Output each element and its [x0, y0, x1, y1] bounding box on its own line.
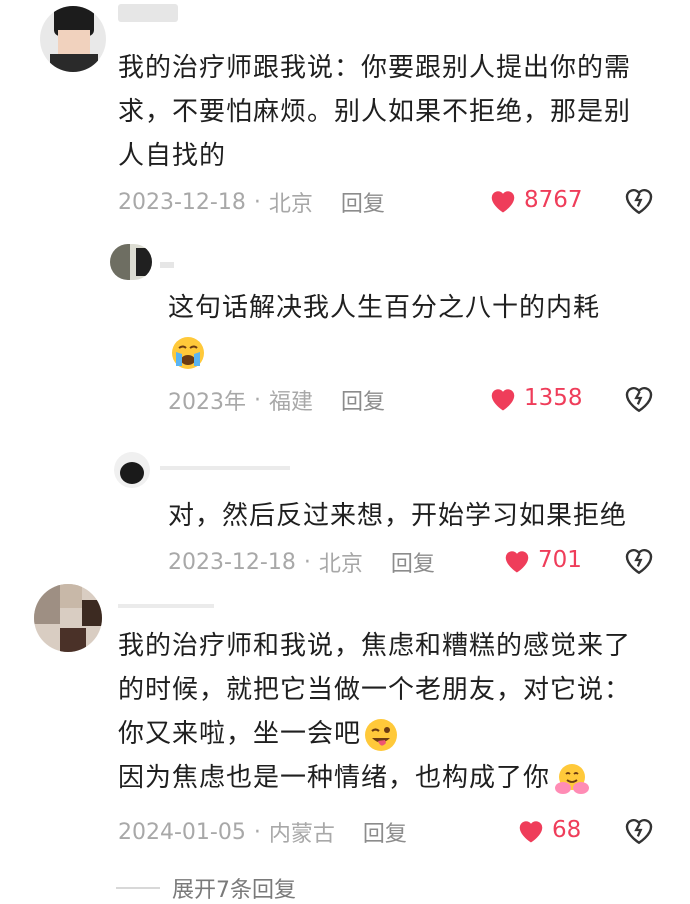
comment-date: 2023年: [168, 390, 246, 415]
emoji-line: [168, 330, 668, 374]
reply-button[interactable]: 回复: [391, 546, 435, 578]
avatar[interactable]: [34, 584, 102, 652]
heart-icon: [491, 389, 515, 411]
like-count: 701: [538, 547, 582, 573]
reply-text: 对，然后反过来想，开始学习如果拒绝: [168, 494, 668, 538]
expand-replies-button[interactable]: 展开7条回复: [116, 872, 296, 904]
comment-line: 求，不要怕麻烦。别人如果不拒绝，那是别: [118, 97, 632, 127]
comment-line-with-emoji: 因为焦虑也是一种情绪，也构成了你: [118, 756, 678, 800]
comment-line: 这句话解决我人生百分之八十的内耗: [168, 293, 601, 323]
avatar[interactable]: [40, 6, 106, 72]
hugging-face-icon: [555, 763, 590, 794]
comment-line: 我的治疗师和我说，焦虑和糟糕的感觉来了: [118, 631, 632, 661]
like-count: 1358: [524, 385, 583, 411]
avatar[interactable]: [114, 452, 150, 488]
comment-location: 北京: [268, 192, 313, 217]
heart-icon: [491, 191, 515, 213]
comment-date: 2023-12-18: [118, 189, 246, 215]
loudly-crying-face-icon: [172, 336, 204, 369]
comment-line: 人自找的: [118, 141, 227, 171]
winking-face-with-tongue-icon: [365, 718, 398, 751]
username[interactable]: [118, 604, 214, 608]
comment-line-with-emoji: 你又来啦，坐一会吧: [118, 712, 678, 756]
like-count: 8767: [524, 187, 583, 213]
like-button[interactable]: 701: [502, 546, 582, 574]
username[interactable]: [160, 262, 174, 268]
comment-date: 2024-01-05: [118, 819, 246, 845]
comment-location: 福建: [269, 390, 314, 415]
comment-text: 我的治疗师和我说，焦虑和糟糕的感觉来了 的时候，就把它当做一个老朋友，对它说： …: [118, 624, 678, 800]
comment-line: 我的治疗师跟我说：你要跟别人提出你的需: [118, 53, 632, 83]
divider-line: [116, 887, 160, 889]
comment-line: 你又来啦，坐一会吧: [118, 719, 362, 749]
comment-line: 对，然后反过来想，开始学习如果拒绝: [168, 501, 628, 531]
comment-location: 内蒙古: [268, 822, 335, 847]
avatar[interactable]: [110, 244, 152, 280]
comment-meta: 2023-12-18 · 北京 回复: [118, 186, 385, 218]
reply-button[interactable]: 回复: [341, 186, 385, 218]
separator-dot: ·: [254, 387, 261, 413]
expand-replies-label: 展开7条回复: [172, 878, 296, 903]
heart-icon: [505, 551, 529, 573]
separator-dot: ·: [303, 549, 311, 575]
comment-line: 的时候，就把它当做一个老朋友，对它说：: [118, 675, 632, 705]
dislike-icon[interactable]: [622, 184, 656, 216]
like-button[interactable]: 8767: [488, 186, 583, 214]
like-button[interactable]: 1358: [488, 384, 583, 412]
heart-icon: [519, 821, 543, 843]
comment-meta: 2023年 · 福建 回复: [168, 384, 385, 416]
dislike-icon[interactable]: [622, 544, 656, 576]
dislike-icon[interactable]: [622, 814, 656, 846]
username[interactable]: [160, 466, 290, 470]
separator-dot: ·: [253, 189, 261, 215]
comment-meta: 2024-01-05 · 内蒙古 回复: [118, 816, 407, 848]
like-button[interactable]: 68: [516, 816, 581, 844]
username[interactable]: [118, 4, 178, 22]
comment-line: 因为焦虑也是一种情绪，也构成了你: [118, 763, 551, 793]
separator-dot: ·: [253, 819, 261, 845]
comment-location: 北京: [318, 552, 363, 577]
comment-meta: 2023-12-18 · 北京 回复: [168, 546, 435, 578]
like-count: 68: [552, 817, 582, 843]
comment-date: 2023-12-18: [168, 549, 296, 575]
reply-text: 这句话解决我人生百分之八十的内耗: [168, 286, 668, 374]
dislike-icon[interactable]: [622, 382, 656, 414]
reply-button[interactable]: 回复: [363, 816, 407, 848]
reply-button[interactable]: 回复: [341, 384, 385, 416]
comment-text: 我的治疗师跟我说：你要跟别人提出你的需 求，不要怕麻烦。别人如果不拒绝，那是别 …: [118, 46, 678, 178]
